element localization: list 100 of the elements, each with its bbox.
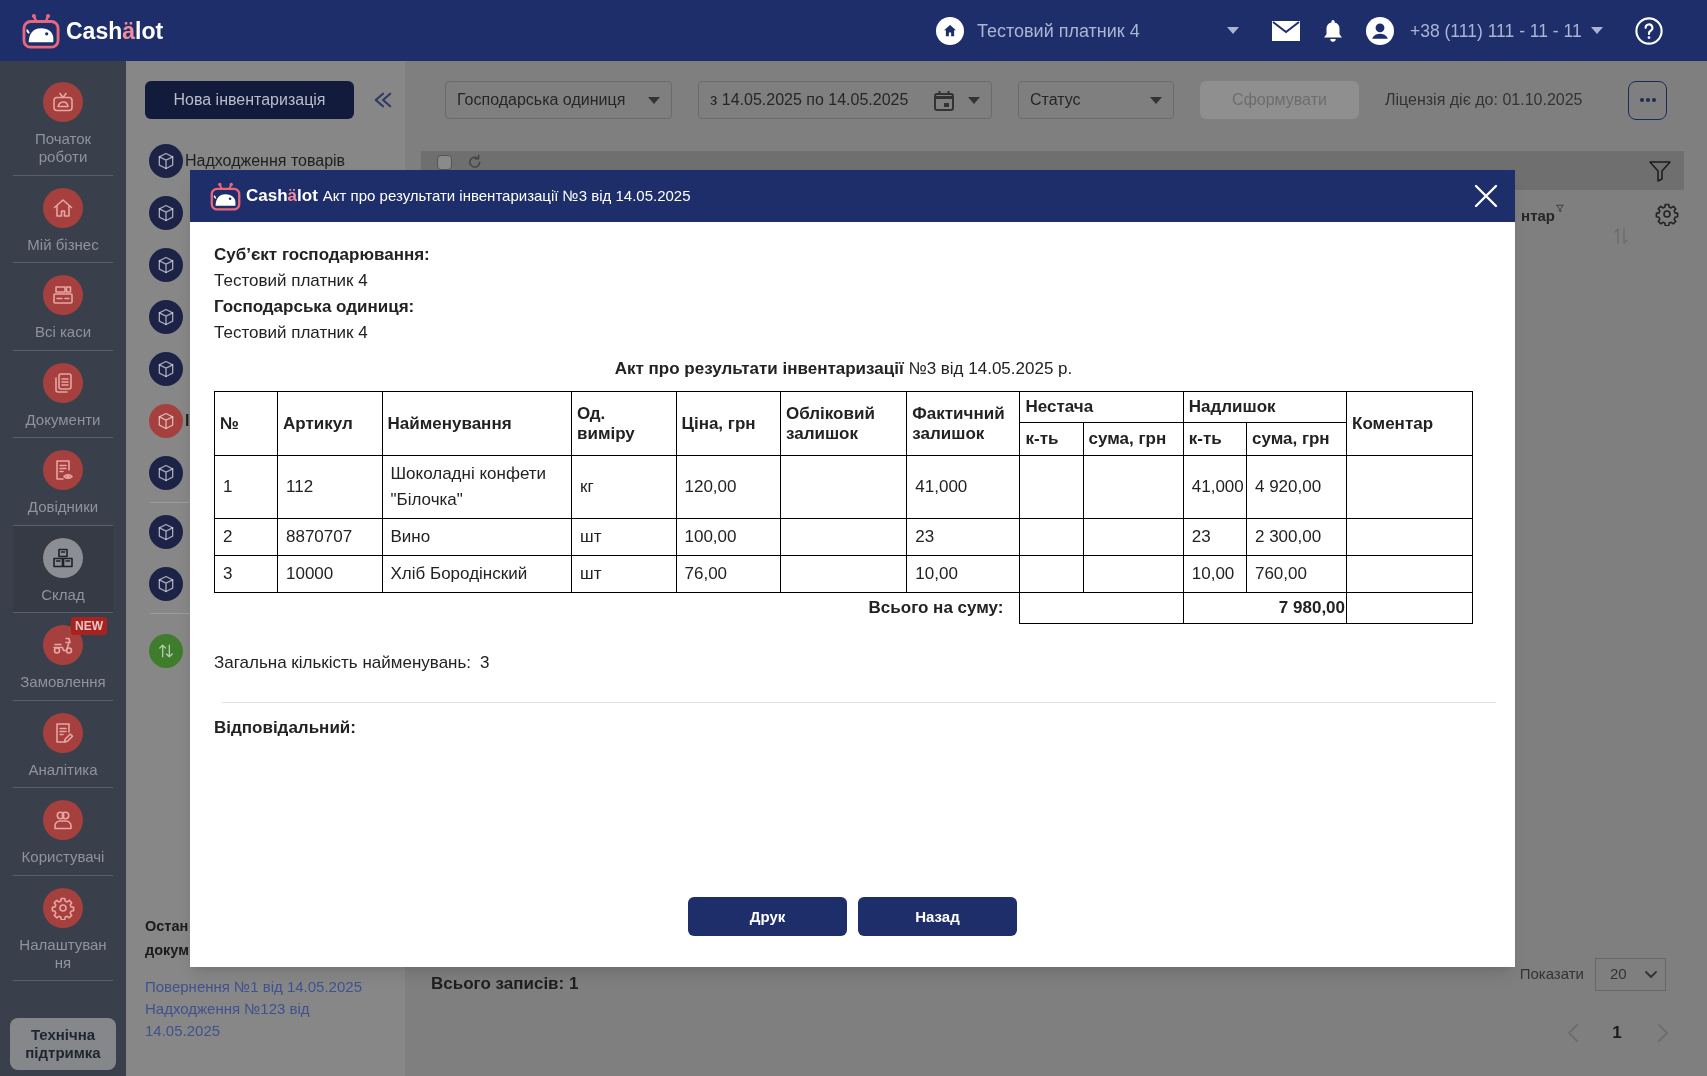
document-pencil-icon (43, 712, 83, 753)
mail-icon[interactable] (1272, 20, 1300, 41)
column-header: Ціна, грн (676, 391, 781, 456)
table-cell: Хліб Бородінский (382, 555, 572, 593)
help-icon[interactable] (1634, 16, 1663, 45)
arrows-icon[interactable] (149, 634, 183, 668)
document-eye-icon (43, 450, 83, 490)
table-cell: 76,00 (676, 555, 781, 593)
table-cell: 4 920,00 (1246, 455, 1347, 519)
double-chevron-icon[interactable] (373, 91, 393, 109)
table-cell: 2 (214, 518, 278, 556)
sidebar-item[interactable]: Довідники (13, 438, 113, 526)
more-button[interactable] (1628, 80, 1667, 120)
page-size-label: Показати (1519, 964, 1584, 984)
cash-register-icon (43, 275, 83, 315)
table-cell: 3 (214, 555, 278, 593)
date-range-field[interactable]: з 14.05.2025 по 14.05.2025 (698, 81, 992, 119)
total-value: 7 980,00 (1183, 592, 1347, 624)
nav-item[interactable]: Надходження товарів (185, 153, 346, 169)
table-cell: 760,00 (1246, 555, 1347, 593)
sidebar-item[interactable]: Початок роботи (13, 70, 113, 176)
section-title: Остан докум (145, 917, 189, 960)
sidebar-item[interactable]: Документи (13, 350, 113, 438)
field-value: Тестовий платник 4 (214, 270, 368, 292)
box-icon[interactable] (149, 404, 183, 438)
sidebar-item[interactable]: Налаштування (13, 875, 113, 981)
field-value: Тестовий платник 4 (214, 322, 368, 344)
dialog-button[interactable]: Друк (688, 897, 847, 936)
settings-icon (43, 887, 83, 928)
dialog-title: Акт про результати інвентаризації №3 від 14.05.2025 (322, 185, 691, 206)
box-icon[interactable] (149, 456, 183, 490)
new-inventory-button[interactable]: Нова інвентаризація (145, 81, 354, 119)
box-icon[interactable] (149, 352, 183, 386)
nav-item[interactable]: І (185, 413, 190, 429)
table-cell: 10,00 (906, 555, 1020, 593)
support-button[interactable]: Технічна підтримка (10, 1018, 116, 1070)
column-header: сума, грн (1083, 422, 1184, 456)
document-title: Акт про результати інвентаризації №3 від 14.05.2025 р. (614, 358, 1073, 380)
close-icon[interactable] (1474, 184, 1498, 208)
caret-icon (968, 96, 980, 104)
user-icon[interactable] (1366, 16, 1394, 45)
table-cell: Вино (382, 518, 572, 556)
page-button[interactable]: 1 (1609, 1021, 1625, 1045)
document-link[interactable]: Надходження №123 від 14.05.2025 (145, 998, 377, 1042)
sidebar-item[interactable]: Склад (13, 525, 113, 613)
box-icon[interactable] (149, 144, 183, 178)
dropdown[interactable]: Статус (1018, 81, 1174, 119)
column-header: к-ть (1183, 422, 1247, 456)
count-value: 3 (480, 652, 490, 674)
box-icon[interactable] (149, 300, 183, 334)
table-cell: кг (571, 455, 676, 519)
record-count: Всього записів: 1 (431, 973, 579, 995)
table-cell: 41,000 (1183, 455, 1247, 519)
sidebar-item[interactable]: Користувачі (13, 788, 113, 876)
settings-icon[interactable] (1655, 202, 1679, 226)
column-header: Фактичний залишок (906, 391, 1020, 456)
column-header: Артикул (277, 391, 382, 456)
document-link[interactable]: Повернення №1 від 14.05.2025 (145, 976, 362, 998)
home-icon (43, 187, 83, 228)
sidebar-item[interactable]: Всі каси (13, 263, 113, 351)
dropdown[interactable]: Господарська одиниця (445, 81, 672, 119)
filter-icon[interactable] (1648, 159, 1672, 183)
caret-icon (1590, 27, 1603, 34)
checkbox[interactable] (437, 155, 452, 170)
total-label: Всього на суму: (214, 592, 1020, 624)
logo-icon (22, 12, 60, 49)
page-size-select[interactable]: 20 (1595, 958, 1666, 991)
sidebar-item[interactable]: Аналітика (13, 700, 113, 788)
home-icon[interactable] (936, 16, 964, 45)
table-cell: Шоколадні конфети "Білочка" (382, 455, 572, 519)
table-cell: 8870707 (277, 518, 382, 556)
sidebar-item[interactable]: Мій бізнес (13, 175, 113, 263)
calendar-icon (933, 89, 955, 111)
box-icon[interactable] (149, 515, 183, 549)
chevron-icon (1645, 971, 1657, 978)
table-cell: 41,000 (906, 455, 1020, 519)
caret-icon (648, 96, 660, 104)
dialog-button[interactable]: Назад (858, 897, 1017, 936)
column-header: Нестача (1020, 391, 1184, 423)
table-cell: 100,00 (676, 518, 781, 556)
box-icon[interactable] (149, 248, 183, 282)
box-icon[interactable] (149, 196, 183, 230)
logo-text: Cashälot (66, 16, 164, 45)
caret-icon (1227, 27, 1239, 34)
table-cell: 120,00 (676, 455, 781, 519)
column-header: Надлишок (1183, 391, 1347, 423)
users-icon (43, 800, 83, 840)
table-cell: 1 (214, 455, 278, 519)
account-dropdown[interactable]: +38 (111) 111 - 11 - 11 (1410, 18, 1603, 43)
table-cell: 112 (277, 455, 382, 519)
column-header: Коментар (1346, 391, 1473, 456)
license-text: Ліцензія діє до: 01.10.2025 (1385, 90, 1583, 110)
company-dropdown[interactable]: Тестовий платник 4 (977, 18, 1239, 43)
column-header: к-ть (1020, 422, 1084, 456)
sidebar-item[interactable]: NEW Замовлення (13, 613, 113, 701)
boxes-icon (43, 537, 83, 578)
more-icon (1639, 98, 1656, 102)
box-icon[interactable] (149, 567, 183, 601)
field-label: Суб’єкт господарювання: (214, 244, 430, 266)
bell-icon[interactable] (1322, 19, 1344, 42)
